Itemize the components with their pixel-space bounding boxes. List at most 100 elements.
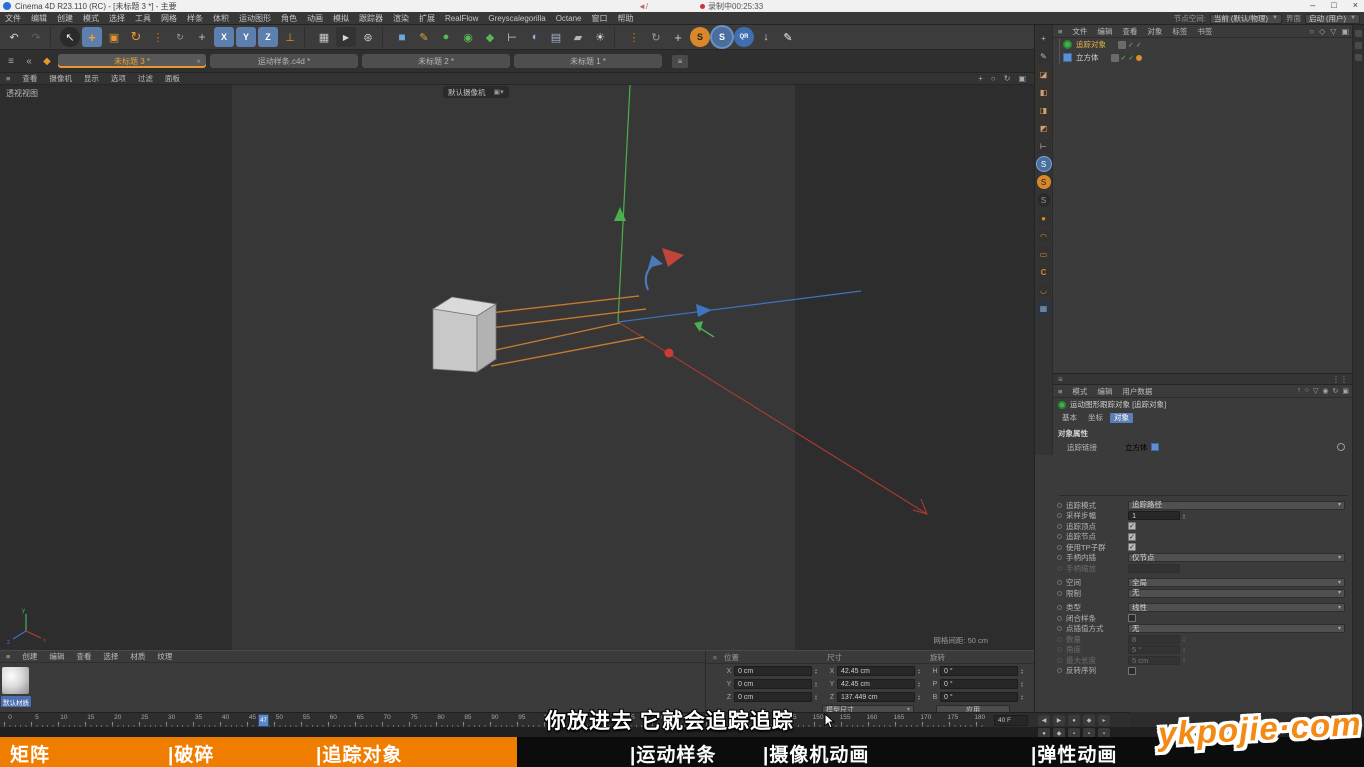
transport-icon[interactable]: ● [1068, 715, 1080, 726]
toolbar-separator[interactable] [614, 27, 620, 47]
checkbox[interactable] [1128, 667, 1136, 675]
object-row-tracer[interactable]: 追踪对象 ✓ ✓ [1053, 38, 1353, 51]
spline-type-select[interactable]: 线性▾ [1128, 603, 1345, 612]
close-button[interactable]: × [1353, 0, 1358, 10]
camera-icon[interactable]: ▣▾ [494, 88, 504, 96]
perspective-viewport[interactable]: 透视视图 默认摄像机 ▣▾ 网格间距: 50 cm [0, 85, 1034, 650]
dock-ruler-icon[interactable]: ⊢ [1037, 139, 1051, 153]
muted-speaker-icon[interactable]: ◄/ [638, 2, 648, 11]
mograph-icon[interactable]: ● [436, 27, 456, 47]
brush-icon[interactable]: ✎ [778, 27, 798, 47]
download-icon[interactable]: ↓ [756, 27, 776, 47]
menu-item[interactable]: 创建 [52, 13, 78, 24]
document-tab[interactable]: 未标题 1 * [514, 54, 662, 68]
spline-pen-icon[interactable]: ✎ [414, 27, 434, 47]
limit-select[interactable]: 无▾ [1128, 589, 1345, 598]
checkbox[interactable] [1128, 614, 1136, 622]
minimize-button[interactable]: – [1310, 0, 1315, 10]
viewport-menu-item[interactable]: 选项 [105, 73, 132, 84]
z-axis-lock-icon[interactable]: Z [258, 27, 278, 47]
material-menu-item[interactable]: 纹理 [151, 651, 178, 662]
transport-icon[interactable]: ◆ [1083, 715, 1095, 726]
node-space-select[interactable]: 当前 (默认/物理)▼ [1210, 14, 1282, 24]
tabs-menu-icon[interactable]: ≡ [4, 56, 18, 67]
object-menu-item[interactable]: 文件 [1067, 26, 1092, 37]
menu-item[interactable]: 工具 [130, 13, 156, 24]
move-tool-icon[interactable]: + [82, 27, 102, 47]
scene-canvas[interactable]: y x z [0, 85, 1034, 650]
tracing-mode-select[interactable]: 追踪路径▾ [1128, 501, 1345, 510]
attribute-tab[interactable]: 对象 [1110, 413, 1133, 423]
menu-item[interactable]: 角色 [276, 13, 302, 24]
dock-sphere-icon[interactable]: ● [1037, 211, 1051, 225]
attribute-corner-icon[interactable]: ↻ [1333, 387, 1339, 395]
rot-b-field[interactable]: 0 ° [940, 692, 1018, 702]
subdivision-icon[interactable]: ⊢ [502, 27, 522, 47]
link-picker-icon[interactable] [1337, 443, 1345, 451]
menu-item[interactable]: 动画 [302, 13, 328, 24]
menu-item[interactable]: 帮助 [613, 13, 639, 24]
tabs-pin-icon[interactable]: « [22, 56, 36, 67]
redo-icon[interactable]: ↷ [26, 27, 46, 47]
toolbar-separator[interactable] [50, 27, 56, 47]
layout-select[interactable]: 启动 (用户)▼ [1305, 14, 1360, 24]
tracer-object-icon[interactable] [1063, 40, 1072, 49]
dock-s-orange-icon[interactable]: S [1037, 175, 1051, 189]
space-select[interactable]: 全局▾ [1128, 578, 1345, 587]
layer-tag-icon[interactable] [1118, 41, 1126, 49]
material-menu-item[interactable]: 查看 [70, 651, 97, 662]
enabled-check-icon[interactable]: ✓ [1136, 41, 1142, 49]
object-manager-corner-icon[interactable]: ◇ [1319, 27, 1325, 36]
texture-tag-icon[interactable] [1136, 55, 1142, 61]
axis-cross-icon[interactable]: + [668, 27, 688, 47]
pos-x-field[interactable]: 0 cm [734, 666, 812, 676]
strip-icon[interactable] [1355, 54, 1362, 61]
render-view-icon[interactable]: ▦ [314, 27, 334, 47]
object-menu-icon[interactable]: ≡ [1053, 27, 1067, 36]
attribute-corner-icon[interactable]: ○ [1305, 387, 1309, 395]
object-menu-item[interactable]: 编辑 [1092, 26, 1117, 37]
menu-item[interactable]: 样条 [182, 13, 208, 24]
tabs-diamond-icon[interactable]: ◆ [40, 56, 54, 67]
render-picture-viewer-icon[interactable]: ▶ [336, 27, 356, 47]
document-tab[interactable]: 运动样条.c4d * [210, 54, 358, 68]
last-tool-icon[interactable]: ⋮ [148, 27, 168, 47]
menu-item[interactable]: RealFlow [440, 14, 483, 23]
dock-deform-icon[interactable]: ◪ [1037, 67, 1051, 81]
toolbar-separator[interactable] [382, 27, 388, 47]
attribute-corner-icon[interactable]: ▣ [1342, 387, 1349, 395]
material-thumbnail[interactable] [2, 667, 29, 694]
handle-interp-select[interactable]: 仅节点▾ [1128, 553, 1345, 562]
dock-grid-icon[interactable]: ▦ [1037, 301, 1051, 315]
attribute-corner-icon[interactable]: ↑ [1297, 387, 1301, 395]
add-icon[interactable]: + [192, 27, 212, 47]
timeline-ruler[interactable]: 0 5 10 15 20 25 30 35 40 45 50 55 [4, 713, 986, 728]
sampling-step-field[interactable]: 1 [1128, 511, 1180, 520]
dock-pen-icon[interactable]: ✎ [1037, 49, 1051, 63]
pos-z-field[interactable]: 0 cm [734, 692, 812, 702]
enabled-check-icon[interactable]: ✓ [1128, 41, 1134, 49]
dock-cspline-icon[interactable]: C [1037, 265, 1051, 279]
object-menu-item[interactable]: 标签 [1167, 26, 1192, 37]
dock-deform3-icon[interactable]: ◨ [1037, 103, 1051, 117]
material-s-selected-icon[interactable]: S [712, 27, 732, 47]
sync-icon[interactable]: ↻ [170, 27, 190, 47]
material-menu-item[interactable]: 创建 [16, 651, 43, 662]
panel-separator[interactable]: ≡ ⋮⋮ [1053, 373, 1353, 385]
camera-tool-icon[interactable]: ▰ [568, 27, 588, 47]
menu-item[interactable]: 编辑 [26, 13, 52, 24]
attribute-tab[interactable]: 坐标 [1084, 413, 1107, 423]
rot-p-field[interactable]: 0 ° [940, 679, 1018, 689]
cube-primitive-icon[interactable]: ■ [392, 27, 412, 47]
menu-item[interactable]: Greyscalegorilla [483, 14, 550, 23]
interpolation-select[interactable]: 无▾ [1128, 624, 1345, 633]
attribute-menu-item[interactable]: 用户数据 [1117, 386, 1157, 397]
viewport-nav-icon[interactable]: ○ [991, 74, 996, 83]
dock-arc2-icon[interactable]: ◡ [1037, 283, 1051, 297]
object-menu-item[interactable]: 书签 [1192, 26, 1217, 37]
cube-object-icon[interactable] [1063, 53, 1072, 62]
checkbox[interactable]: ✓ [1128, 533, 1136, 541]
dots-icon[interactable]: ⋮ [624, 27, 644, 47]
viewport-menu-item[interactable]: 查看 [16, 73, 43, 84]
volume-icon[interactable]: ◆ [480, 27, 500, 47]
